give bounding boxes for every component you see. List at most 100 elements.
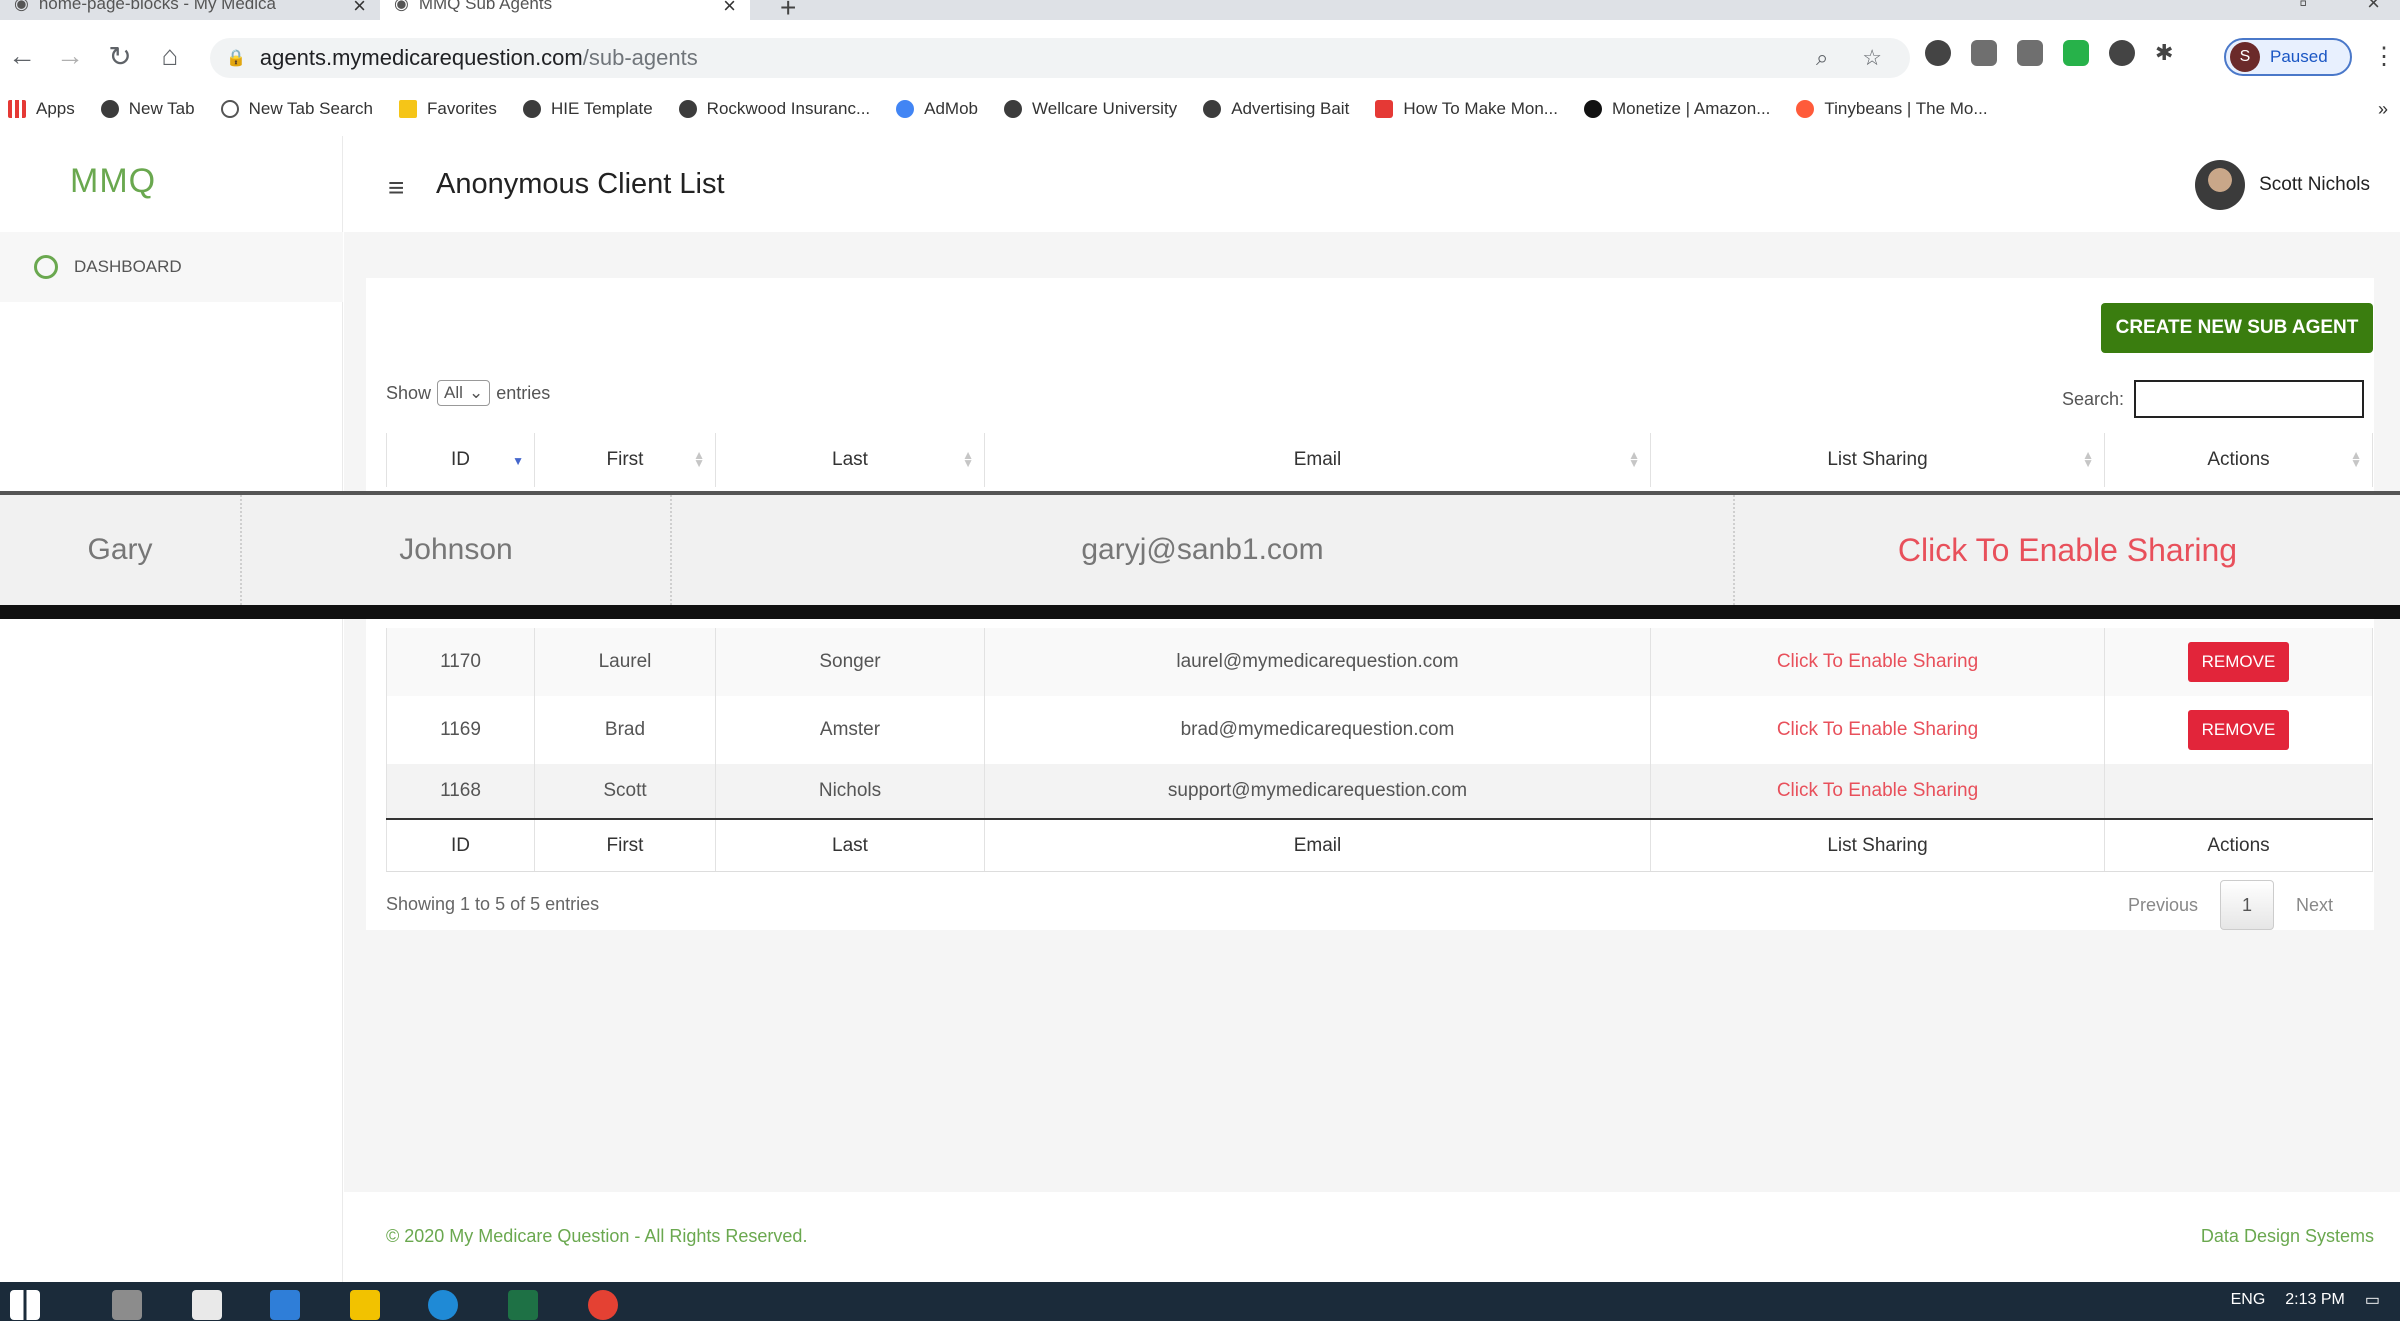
bookmark[interactable]: New Tab (100, 99, 195, 119)
profile-button[interactable]: S Paused (2224, 38, 2352, 76)
store-icon[interactable] (192, 1290, 222, 1320)
enable-sharing-link[interactable]: Click To Enable Sharing (1898, 532, 2237, 569)
bookmarks-overflow-icon[interactable]: » (2378, 99, 2388, 120)
cell-last: Songer (716, 628, 985, 696)
globe-icon: ◉ (14, 0, 29, 13)
browser-tab[interactable]: ◉ home-page-blocks - My Medica × (0, 0, 380, 20)
google-icon (896, 100, 915, 118)
close-icon[interactable]: × (723, 0, 736, 19)
reload-icon[interactable]: ↻ (102, 38, 138, 74)
bookmark[interactable]: Favorites (399, 99, 497, 119)
enable-sharing-link[interactable]: Click To Enable Sharing (1777, 780, 1978, 802)
system-tray: ENG 2:13 PM ▭ (2231, 1290, 2380, 1310)
column-header-id[interactable]: ID ▼ (386, 433, 535, 487)
column-header-email[interactable]: Email ▲ ▼ (985, 433, 1651, 487)
sidebar: MMQ DASHBOARD (0, 136, 343, 1282)
tinybeans-icon (1796, 100, 1815, 118)
sort-desc-icon: ▼ (512, 454, 524, 468)
extension-icon[interactable] (1971, 40, 1997, 66)
bookmark[interactable]: How To Make Mon... (1375, 99, 1558, 119)
entries-label: entries (496, 382, 551, 403)
close-window-icon[interactable]: × (2367, 0, 2380, 16)
bookmark[interactable]: HIE Template (522, 99, 653, 119)
column-header-first[interactable]: First ▲ ▼ (535, 433, 716, 487)
cell-first: Brad (535, 696, 716, 764)
cell-email: support@mymedicarequestion.com (985, 764, 1651, 818)
bookmark[interactable]: Advertising Bait (1203, 99, 1349, 119)
app-icon[interactable] (112, 1290, 142, 1320)
sort-icon: ▲ ▼ (1628, 448, 1640, 470)
extension-icon[interactable] (2017, 40, 2043, 66)
zoom-icon[interactable]: ⌕ (1816, 45, 1828, 71)
address-bar[interactable]: 🔒 agents.mymedicarequestion.com/sub-agen… (210, 38, 1910, 78)
footer-label-email: Email (985, 820, 1651, 871)
user-menu[interactable]: Scott Nichols (2195, 160, 2370, 210)
language-indicator[interactable]: ENG (2231, 1291, 2266, 1309)
zoomed-row-overlay: Gary Johnson garyj@sanb1.com Click To En… (0, 491, 2400, 619)
enable-sharing-link[interactable]: Click To Enable Sharing (1777, 719, 1978, 741)
column-header-actions[interactable]: Actions ▲ ▼ (2105, 433, 2373, 487)
remove-button[interactable]: REMOVE (2187, 642, 2290, 682)
column-header-list-sharing[interactable]: List Sharing ▲ ▼ (1651, 433, 2105, 487)
clock[interactable]: 2:13 PM (2285, 1291, 2345, 1309)
bookmark[interactable]: New Tab Search (220, 99, 373, 119)
star-icon[interactable]: ☆ (1862, 45, 1882, 71)
menu-icon[interactable]: ⋮ (2372, 42, 2396, 71)
window-controls: ▫ × (2299, 0, 2380, 16)
entries-select[interactable]: All ⌄ (437, 380, 491, 406)
mail-icon[interactable] (270, 1290, 300, 1320)
puzzle-icon[interactable]: ✱ (2155, 40, 2181, 66)
close-icon[interactable]: × (353, 0, 366, 19)
bookmark-label: Advertising Bait (1231, 99, 1350, 118)
bookmark-label: Apps (36, 99, 75, 118)
page-1-button[interactable]: 1 (2220, 880, 2275, 930)
file-explorer-icon[interactable] (350, 1290, 380, 1320)
cell-actions: REMOVE (2105, 696, 2373, 764)
tab-title: home-page-blocks - My Medica (38, 0, 276, 13)
avatar (2195, 160, 2246, 210)
forward-icon[interactable]: → (52, 38, 88, 74)
sidebar-item-dashboard[interactable]: DASHBOARD (0, 232, 343, 302)
notifications-icon[interactable]: ▭ (2365, 1290, 2380, 1310)
extension-icon[interactable] (2063, 40, 2089, 66)
bookmark[interactable]: Apps (8, 99, 75, 119)
tab-title: MMQ Sub Agents (418, 0, 553, 13)
hamburger-menu-icon[interactable]: ≡ (388, 172, 404, 204)
excel-icon[interactable] (508, 1290, 538, 1320)
enable-sharing-link[interactable]: Click To Enable Sharing (1777, 651, 1978, 673)
back-icon[interactable]: ← (4, 38, 40, 74)
edge-icon[interactable] (428, 1290, 458, 1320)
column-header-last[interactable]: Last ▲ ▼ (716, 433, 985, 487)
extension-icon[interactable] (1925, 40, 1951, 66)
dashboard-icon (34, 255, 58, 279)
bookmark[interactable]: Wellcare University (1004, 99, 1177, 119)
restore-icon[interactable]: ▫ (2299, 0, 2307, 16)
sort-icon: ▲ ▼ (962, 448, 974, 470)
sidebar-item-label: DASHBOARD (74, 257, 182, 276)
amazon-icon (1583, 100, 1602, 118)
next-page-button[interactable]: Next (2296, 895, 2333, 916)
bookmark[interactable]: Monetize | Amazon... (1583, 99, 1771, 119)
pagination: Previous 1 Next (2128, 880, 2333, 930)
app-logo[interactable]: MMQ (70, 162, 156, 201)
remove-button[interactable]: REMOVE (2187, 710, 2290, 750)
table-row: 1168 Scott Nichols support@mymedicareque… (386, 764, 2373, 818)
footer-label-list-sharing: List Sharing (1651, 820, 2105, 871)
table-search: Search: (2062, 380, 2365, 418)
windows-start-icon[interactable] (10, 1290, 40, 1320)
bookmark[interactable]: Tinybeans | The Mo... (1796, 99, 1988, 119)
bookmark[interactable]: Rockwood Insuranc... (678, 99, 871, 119)
bookmark-label: Rockwood Insuranc... (706, 99, 871, 118)
chrome-icon[interactable] (588, 1290, 618, 1320)
create-sub-agent-button[interactable]: CREATE NEW SUB AGENT (2101, 303, 2373, 353)
home-icon[interactable]: ⌂ (152, 38, 188, 74)
credit-link[interactable]: Data Design Systems (2201, 1226, 2374, 1247)
bookmark-label: Monetize | Amazon... (1611, 99, 1771, 118)
browser-tab-active[interactable]: ◉ MMQ Sub Agents × (380, 0, 750, 20)
cell-id: 1169 (386, 696, 535, 764)
search-input[interactable] (2134, 380, 2365, 418)
bookmark[interactable]: AdMob (896, 99, 978, 119)
table-header: ID ▼ First ▲ ▼ Last ▲ ▼ Email ▲ ▼ List Sharing ▲… (386, 433, 2373, 487)
previous-page-button[interactable]: Previous (2128, 895, 2198, 916)
extension-icon[interactable] (2109, 40, 2135, 66)
